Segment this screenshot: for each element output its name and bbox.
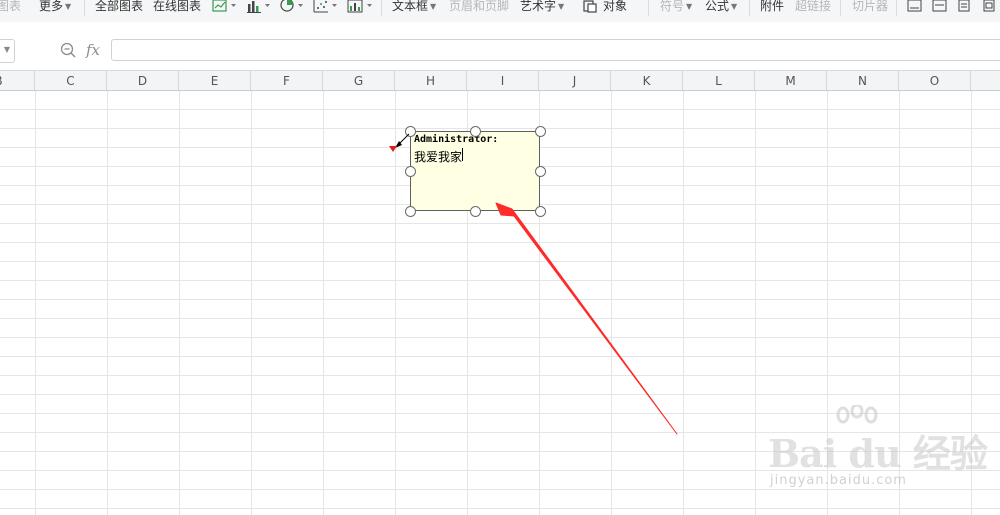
toolbar-item-formula[interactable]: 公式 ▼ bbox=[705, 0, 737, 14]
name-box[interactable]: ▼ bbox=[0, 39, 15, 63]
line-chart-icon[interactable] bbox=[212, 0, 238, 17]
column-header-E[interactable]: E bbox=[179, 71, 251, 90]
column-header-C[interactable]: C bbox=[35, 71, 107, 90]
column-header-G[interactable]: G bbox=[323, 71, 395, 90]
chevron-down-icon: ▼ bbox=[731, 2, 738, 11]
column-header-K[interactable]: K bbox=[611, 71, 683, 90]
chevron-down-icon: ▼ bbox=[558, 2, 565, 11]
column-header-B[interactable]: B bbox=[0, 71, 35, 90]
column-header-D[interactable]: D bbox=[107, 71, 179, 90]
column-header-M[interactable]: M bbox=[755, 71, 827, 90]
ribbon-toolbar: 图表 更多▼ 全部图表 在线图表 文本框▼ 页眉和页脚 艺术字▼ 对象 符号▼ … bbox=[0, 0, 1000, 23]
resize-handle-left[interactable] bbox=[405, 166, 416, 177]
resize-handle-bottom[interactable] bbox=[470, 206, 481, 217]
toolbar-item-header-footer[interactable]: 页眉和页脚 bbox=[449, 0, 509, 14]
resize-handle-top-right[interactable] bbox=[535, 126, 546, 137]
column-header-F[interactable]: F bbox=[251, 71, 323, 90]
resize-handle-top-left[interactable] bbox=[405, 126, 416, 137]
toolbar-divider bbox=[896, 0, 897, 16]
chevron-down-icon[interactable]: ▼ bbox=[4, 45, 10, 54]
column-header-N[interactable]: N bbox=[827, 71, 899, 90]
comment-box[interactable]: Administrator: 我爱我家 bbox=[410, 131, 540, 211]
pie-chart-icon[interactable] bbox=[280, 0, 306, 17]
page-icon[interactable] bbox=[982, 0, 996, 16]
chevron-down-icon: ▼ bbox=[65, 2, 72, 11]
toolbar-divider bbox=[84, 0, 85, 16]
toolbar-item-online-charts[interactable]: 在线图表 bbox=[153, 0, 201, 14]
toolbar-item-textbox[interactable]: 文本框 ▼ bbox=[392, 0, 436, 14]
column-header-I[interactable]: I bbox=[467, 71, 539, 90]
toolbar-divider bbox=[749, 0, 750, 16]
resize-handle-right[interactable] bbox=[535, 166, 546, 177]
column-header: B C D E F G H I J K L M N O bbox=[0, 70, 1000, 91]
toolbar-item-chart[interactable]: 图表 bbox=[0, 0, 21, 14]
print-title-icon[interactable] bbox=[957, 0, 971, 16]
resize-handle-bottom-right[interactable] bbox=[535, 206, 546, 217]
chevron-down-icon: ▼ bbox=[686, 2, 693, 11]
resize-handle-bottom-left[interactable] bbox=[405, 206, 416, 217]
toolbar-divider bbox=[648, 0, 649, 16]
toolbar-item-attachment[interactable]: 附件 bbox=[760, 0, 784, 14]
fx-icon[interactable]: fx bbox=[86, 41, 100, 59]
comment-text[interactable]: 我爱我家 bbox=[414, 148, 462, 165]
formula-input[interactable] bbox=[111, 39, 1000, 61]
header-footer-icon[interactable] bbox=[907, 0, 923, 16]
formula-bar: ▼ fx bbox=[0, 22, 1000, 70]
wordart-icon[interactable] bbox=[932, 0, 948, 16]
bar-chart-icon[interactable] bbox=[247, 0, 273, 17]
column-header-J[interactable]: J bbox=[539, 71, 611, 90]
object-icon[interactable] bbox=[583, 0, 597, 16]
toolbar-item-all-charts[interactable]: 全部图表 bbox=[95, 0, 143, 14]
column-header-H[interactable]: H bbox=[395, 71, 467, 90]
column-header-L[interactable]: L bbox=[683, 71, 755, 90]
toolbar-item-wordart[interactable]: 艺术字 ▼ bbox=[520, 0, 564, 14]
comment-author: Administrator: bbox=[414, 134, 499, 145]
toolbar-item-symbol[interactable]: 符号 ▼ bbox=[660, 0, 692, 14]
column-header-O[interactable]: O bbox=[899, 71, 971, 90]
combo-chart-icon[interactable] bbox=[347, 0, 375, 17]
toolbar-item-hyperlink[interactable]: 超链接 bbox=[795, 0, 831, 14]
toolbar-item-object[interactable]: 对象 bbox=[603, 0, 627, 14]
text-cursor bbox=[462, 148, 463, 161]
toolbar-divider bbox=[381, 0, 382, 16]
toolbar-item-more[interactable]: 更多 ▼ bbox=[39, 0, 71, 14]
toolbar-item-slicer[interactable]: 切片器 bbox=[852, 0, 888, 14]
chevron-down-icon: ▼ bbox=[430, 2, 437, 11]
zoom-search-icon[interactable] bbox=[60, 42, 78, 61]
toolbar-divider bbox=[840, 0, 841, 16]
scatter-chart-icon[interactable] bbox=[313, 0, 339, 17]
resize-handle-top[interactable] bbox=[470, 126, 481, 137]
